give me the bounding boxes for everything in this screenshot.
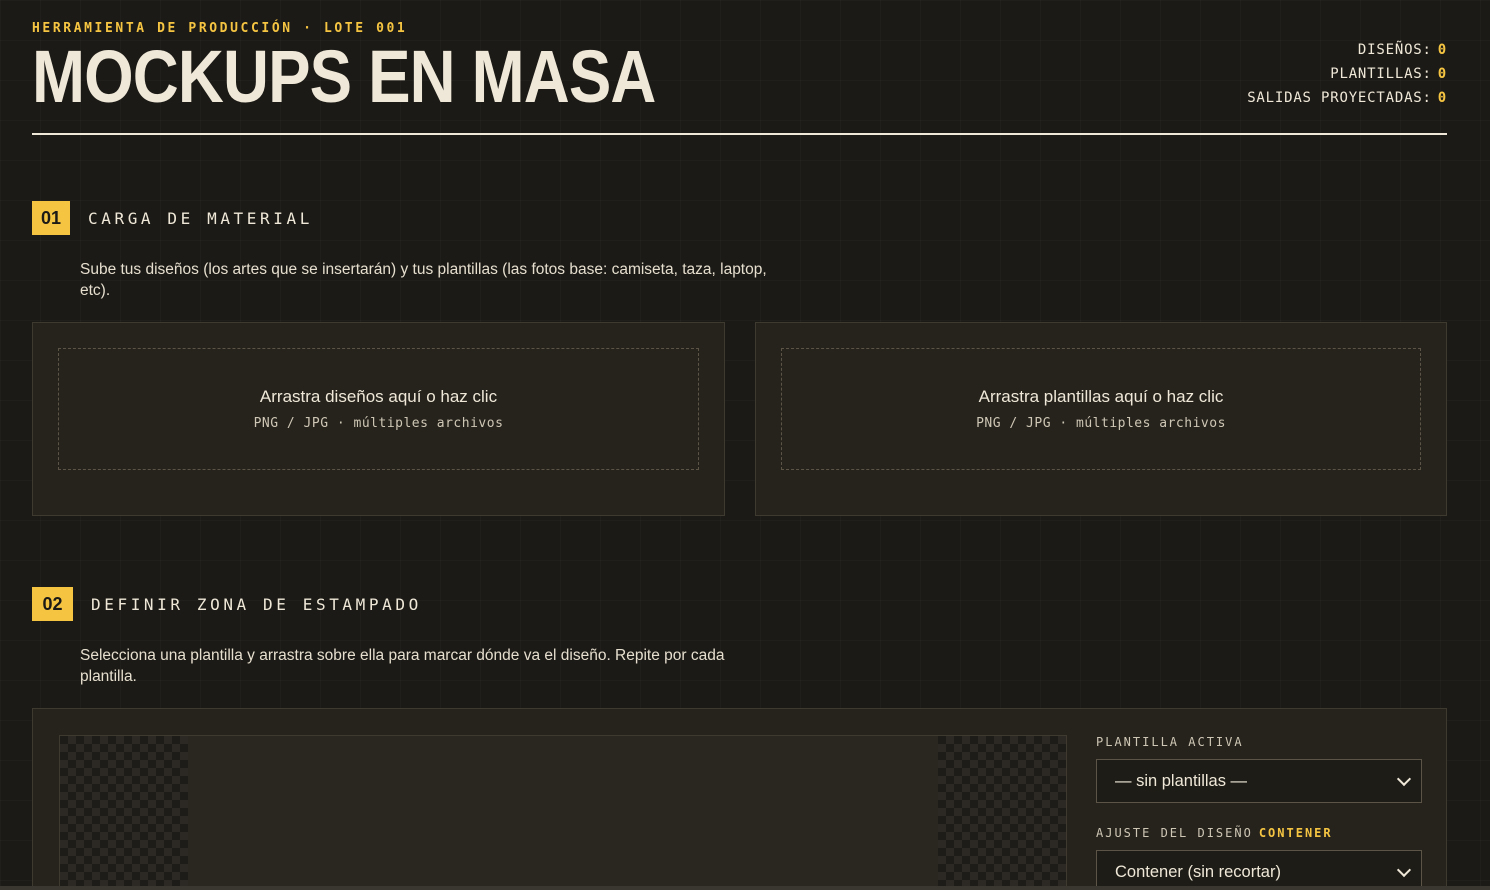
chevron-down-icon bbox=[1396, 862, 1412, 877]
stat-outputs: SALIDAS PROYECTADAS: 0 bbox=[1247, 86, 1447, 110]
designs-upload-panel: Arrastra diseños aquí o haz clic PNG / J… bbox=[32, 322, 725, 516]
page-title: MOCKUPS EN MASA bbox=[32, 35, 656, 118]
stat-templates: PLANTILLAS: 0 bbox=[1247, 62, 1447, 86]
stat-outputs-value: 0 bbox=[1437, 90, 1447, 106]
fit-label: AJUSTE DEL DISEÑO CONTENER bbox=[1096, 826, 1422, 840]
stat-templates-value: 0 bbox=[1437, 66, 1447, 82]
workspace-sidebar: PLANTILLA ACTIVA — sin plantillas — AJUS… bbox=[1096, 735, 1422, 890]
section-2-number: 02 bbox=[32, 587, 73, 621]
active-template-select[interactable]: — sin plantillas — bbox=[1096, 759, 1422, 803]
section-2-header: 02 DEFINIR ZONA DE ESTAMPADO bbox=[32, 587, 422, 621]
section-2-title: DEFINIR ZONA DE ESTAMPADO bbox=[91, 594, 422, 614]
template-canvas[interactable] bbox=[59, 735, 1067, 890]
section-1-title: CARGA DE MATERIAL bbox=[88, 208, 313, 228]
print-zone-workspace: PLANTILLA ACTIVA — sin plantillas — AJUS… bbox=[32, 708, 1447, 890]
templates-dropzone[interactable]: Arrastra plantillas aquí o haz clic PNG … bbox=[781, 348, 1421, 470]
section-1-description: Sube tus diseños (los artes que se inser… bbox=[80, 261, 767, 299]
fit-select[interactable]: Contener (sin recortar) bbox=[1096, 850, 1422, 890]
canvas-transparency-right bbox=[938, 736, 1066, 890]
active-template-value: — sin plantillas — bbox=[1115, 771, 1248, 790]
fit-select-value: Contener (sin recortar) bbox=[1115, 862, 1281, 881]
templates-dropzone-title: Arrastra plantillas aquí o haz clic bbox=[978, 387, 1224, 406]
stat-designs-label: DISEÑOS: bbox=[1357, 42, 1432, 58]
header-kicker: HERRAMIENTA DE PRODUCCIÓN · LOTE 001 bbox=[32, 21, 408, 36]
stat-templates-label: PLANTILLAS: bbox=[1330, 66, 1432, 82]
stat-outputs-label: SALIDAS PROYECTADAS: bbox=[1247, 90, 1432, 106]
section-1-header: 01 CARGA DE MATERIAL bbox=[32, 201, 313, 235]
canvas-transparency-left bbox=[60, 736, 188, 890]
section-2-description: Selecciona una plantilla y arrastra sobr… bbox=[80, 647, 725, 685]
stat-designs-value: 0 bbox=[1437, 42, 1447, 58]
designs-dropzone-subtitle: PNG / JPG · múltiples archivos bbox=[253, 416, 504, 431]
stats-panel: DISEÑOS: 0 PLANTILLAS: 0 SALIDAS PROYECTAD… bbox=[1247, 38, 1447, 110]
designs-dropzone-title: Arrastra diseños aquí o haz clic bbox=[259, 387, 498, 406]
templates-dropzone-subtitle: PNG / JPG · múltiples archivos bbox=[976, 416, 1226, 431]
stat-designs: DISEÑOS: 0 bbox=[1247, 38, 1447, 62]
designs-dropzone[interactable]: Arrastra diseños aquí o haz clic PNG / J… bbox=[58, 348, 699, 470]
fit-current-badge: CONTENER bbox=[1258, 826, 1333, 840]
section-1-number: 01 bbox=[32, 201, 70, 235]
fit-label-text: AJUSTE DEL DISEÑO bbox=[1096, 826, 1253, 840]
chevron-down-icon bbox=[1396, 771, 1412, 786]
horizontal-scrollbar[interactable] bbox=[0, 886, 1490, 890]
templates-upload-panel: Arrastra plantillas aquí o haz clic PNG … bbox=[755, 322, 1447, 516]
page-header: HERRAMIENTA DE PRODUCCIÓN · LOTE 001 MOC… bbox=[32, 0, 1447, 135]
active-template-label: PLANTILLA ACTIVA bbox=[1096, 735, 1244, 749]
